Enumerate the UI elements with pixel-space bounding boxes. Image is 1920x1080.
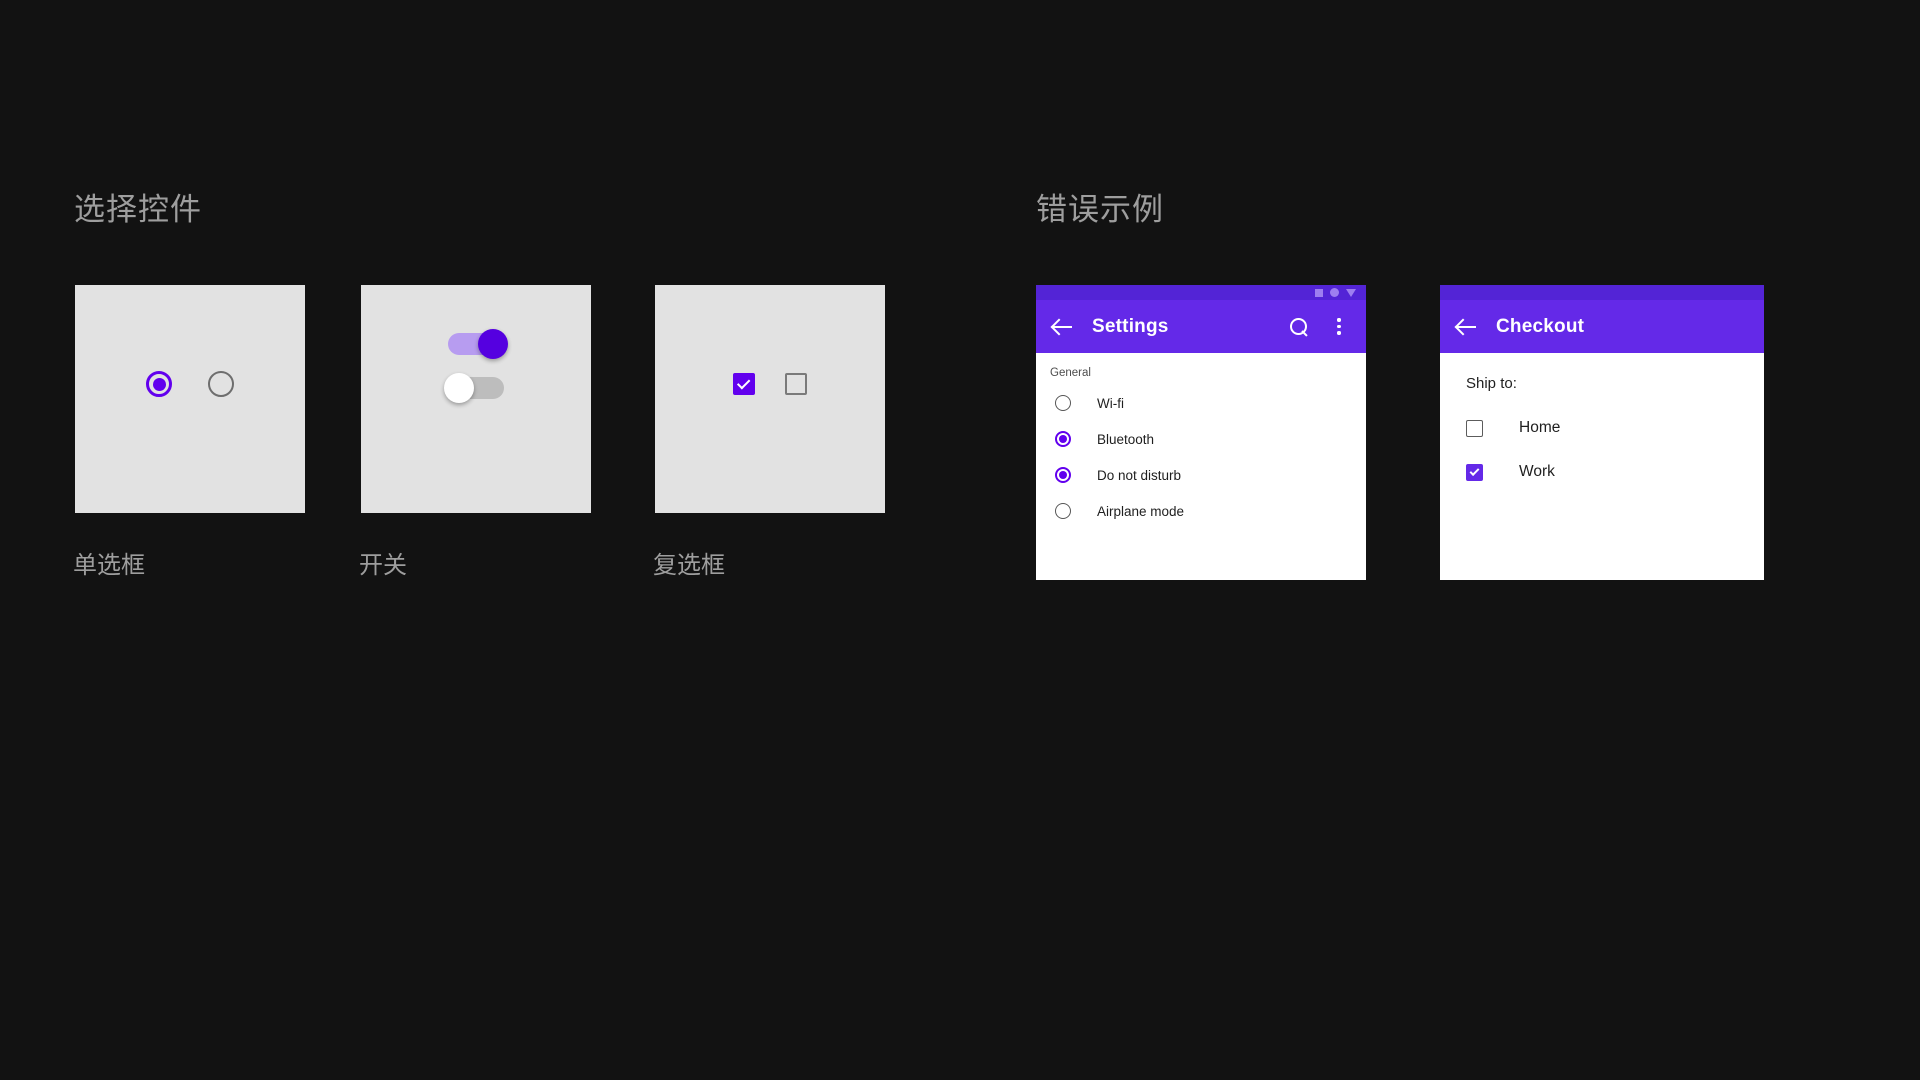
spec-label-checkbox: 复选框 (653, 545, 725, 580)
radio-airplane-mode[interactable] (1055, 503, 1071, 519)
spec-label-switch: 开关 (359, 545, 407, 580)
checkbox-row-work[interactable]: Work (1440, 450, 1764, 494)
radio-demo-row (75, 371, 305, 397)
spec-card-switch (361, 285, 591, 513)
circle-icon (1330, 288, 1339, 297)
page-canvas: 选择控件 单选框 开关 复选框 错误示例 (0, 0, 1920, 1080)
checkbox-label: Home (1519, 419, 1560, 437)
radio-wifi[interactable] (1055, 395, 1071, 411)
list-subheader-general: General (1036, 353, 1366, 385)
section-title-incorrect-examples: 错误示例 (1036, 184, 1164, 229)
overflow-menu-icon[interactable] (1328, 316, 1350, 338)
switch-off[interactable] (448, 377, 504, 399)
settings-app-bar: Settings (1036, 300, 1366, 353)
radio-unselected[interactable] (208, 371, 234, 397)
spec-label-radio: 单选框 (73, 545, 145, 580)
list-item-bluetooth[interactable]: Bluetooth (1036, 421, 1366, 457)
check-icon (1470, 466, 1480, 476)
spec-card-radio (75, 285, 305, 513)
list-item-label: Do not disturb (1097, 468, 1181, 483)
switch-off-thumb[interactable] (444, 373, 474, 403)
checkbox-work[interactable] (1466, 464, 1483, 481)
checkbox-checked[interactable] (733, 373, 755, 395)
check-icon (737, 376, 750, 389)
checkbox-row-home[interactable]: Home (1440, 406, 1764, 450)
radio-selected[interactable] (146, 371, 172, 397)
settings-screen-mockup: Settings General Wi-fi Bluetooth Do not … (1036, 285, 1366, 580)
radio-bluetooth[interactable] (1055, 431, 1071, 447)
spacer (1440, 392, 1764, 406)
list-item-label: Wi-fi (1097, 396, 1124, 411)
list-item-do-not-disturb[interactable]: Do not disturb (1036, 457, 1366, 493)
list-item-label: Airplane mode (1097, 504, 1184, 519)
search-icon[interactable] (1288, 316, 1310, 338)
checkbox-demo-row (655, 373, 885, 395)
checkout-title: Checkout (1496, 316, 1584, 338)
radio-do-not-disturb[interactable] (1055, 467, 1071, 483)
list-item-wifi[interactable]: Wi-fi (1036, 385, 1366, 421)
switch-on[interactable] (448, 333, 504, 355)
list-item-airplane-mode[interactable]: Airplane mode (1036, 493, 1366, 529)
checkout-screen-mockup: Checkout Ship to: Home Work (1440, 285, 1764, 580)
list-item-label: Bluetooth (1097, 432, 1154, 447)
section-title-selection-controls: 选择控件 (74, 184, 202, 229)
checkbox-home[interactable] (1466, 420, 1483, 437)
ship-to-prompt: Ship to: (1440, 353, 1764, 392)
status-bar (1440, 285, 1764, 300)
switch-on-thumb[interactable] (478, 329, 508, 359)
spec-card-checkbox (655, 285, 885, 513)
checkbox-unchecked[interactable] (785, 373, 807, 395)
square-icon (1315, 289, 1323, 297)
checkbox-label: Work (1519, 463, 1555, 481)
back-arrow-icon[interactable] (1052, 316, 1074, 338)
triangle-down-icon (1346, 289, 1356, 297)
back-arrow-icon[interactable] (1456, 316, 1478, 338)
checkout-app-bar: Checkout (1440, 300, 1764, 353)
settings-title: Settings (1092, 316, 1270, 338)
switch-demo-column (361, 333, 591, 399)
status-bar (1036, 285, 1366, 300)
